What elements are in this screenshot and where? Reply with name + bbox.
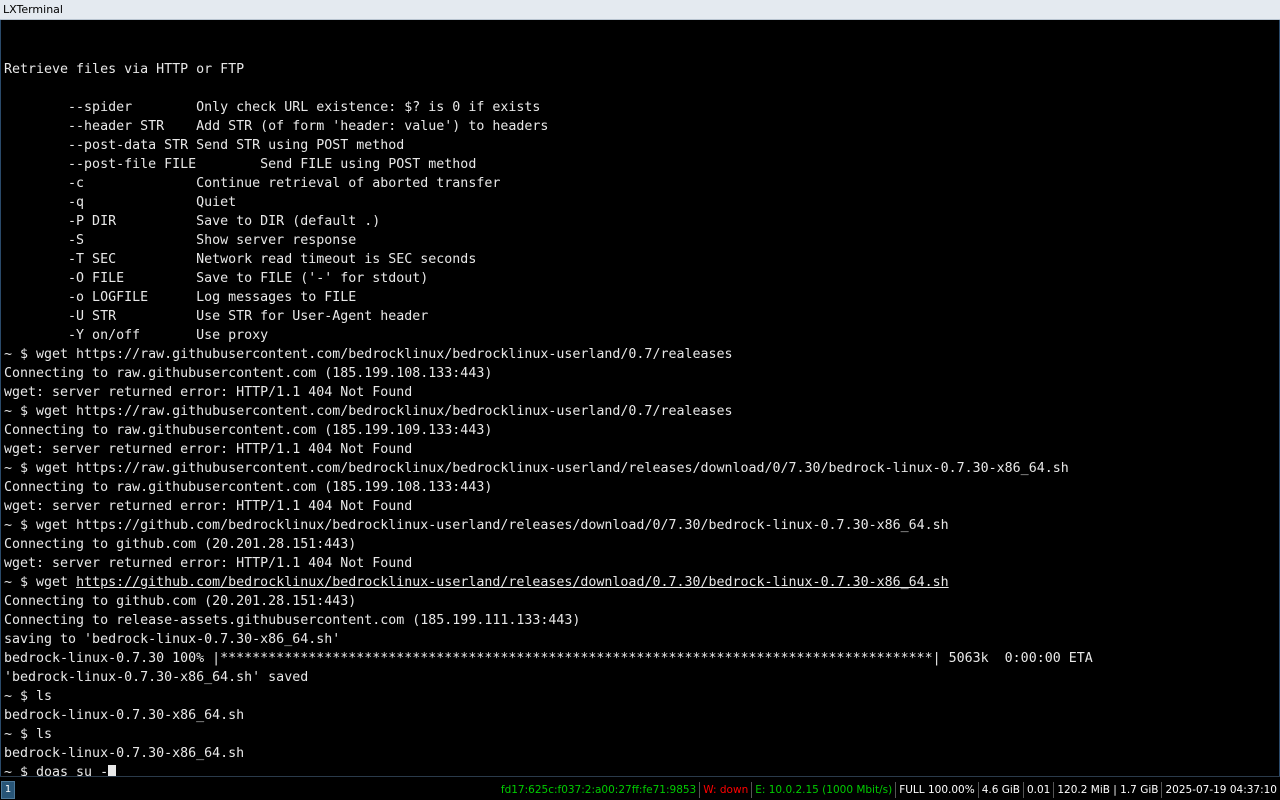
terminal-line: -T SEC Network read timeout is SEC secon… — [4, 252, 477, 267]
terminal-line: Connecting to github.com (20.201.28.151:… — [4, 537, 357, 552]
terminal-line: ~ $ wget https://raw.githubusercontent.c… — [4, 461, 1069, 476]
window-titlebar[interactable]: LXTerminal — [0, 0, 1280, 20]
terminal-output: Retrieve files via HTTP or FTP --spider … — [4, 41, 1093, 776]
terminal-line: ~ $ wget https://github.com/bedrocklinux… — [4, 518, 949, 533]
terminal-line: -o LOGFILE Log messages to FILE — [4, 290, 357, 305]
status-battery: FULL 100.00% — [895, 782, 977, 798]
terminal-line: -q Quiet — [4, 195, 237, 210]
terminal-line: ~ $ wget https://raw.githubusercontent.c… — [4, 347, 733, 362]
terminal-line: ~ $ ls — [4, 727, 53, 742]
terminal-line: saving to 'bedrock-linux-0.7.30-x86_64.s… — [4, 632, 341, 647]
status-blocks: fd17:625c:f037:2:a00:27ff:fe71:9853 W: do… — [498, 782, 1280, 798]
terminal-line: bedrock-linux-0.7.30 100% |*************… — [4, 651, 1093, 666]
terminal-line: bedrock-linux-0.7.30-x86_64.sh — [4, 708, 245, 723]
command-input[interactable]: ~ $ doas su - — [4, 765, 108, 776]
terminal-line: wget: server returned error: HTTP/1.1 40… — [4, 556, 413, 571]
terminal-line: -U STR Use STR for User-Agent header — [4, 309, 429, 324]
terminal-line: Connecting to release-assets.githubuserc… — [4, 613, 581, 628]
status-wireless: W: down — [699, 782, 751, 798]
terminal-line: Connecting to raw.githubusercontent.com … — [4, 366, 493, 381]
status-ethernet: E: 10.0.2.15 (1000 Mbit/s) — [751, 782, 895, 798]
terminal-line: 'bedrock-linux-0.7.30-x86_64.sh' saved — [4, 670, 309, 685]
terminal-line: Retrieve files via HTTP or FTP — [4, 62, 245, 77]
status-disk: 4.6 GiB — [977, 782, 1023, 798]
window-title: LXTerminal — [3, 3, 63, 16]
terminal-line: ~ $ wget https://github.com/bedrocklinux… — [4, 573, 1093, 592]
command-input-line[interactable]: ~ $ doas su - — [4, 763, 1093, 776]
terminal-line: -Y on/off Use proxy — [4, 328, 269, 343]
prompt-text: ~ $ wget — [4, 575, 77, 590]
terminal-line: --spider Only check URL existence: $? is… — [4, 100, 541, 115]
status-ipv6: fd17:625c:f037:2:a00:27ff:fe71:9853 — [500, 784, 697, 796]
terminal-line: bedrock-linux-0.7.30-x86_64.sh — [4, 746, 245, 761]
terminal-line: -c Continue retrieval of aborted transfe… — [4, 176, 501, 191]
terminal-line: -S Show server response — [4, 233, 357, 248]
text-cursor — [108, 764, 117, 776]
terminal-line: -O FILE Save to FILE ('-' for stdout) — [4, 271, 429, 286]
terminal-line: Connecting to raw.githubusercontent.com … — [4, 480, 493, 495]
status-load: 0.01 — [1022, 782, 1053, 798]
terminal-line: --header STR Add STR (of form 'header: v… — [4, 119, 549, 134]
terminal-line: ~ $ wget https://raw.githubusercontent.c… — [4, 404, 733, 419]
url-link[interactable]: https://github.com/bedrocklinux/bedrockl… — [76, 575, 949, 590]
terminal-area[interactable]: Retrieve files via HTTP or FTP --spider … — [0, 20, 1280, 776]
workspace-button-1[interactable]: 1 — [1, 781, 15, 799]
status-datetime: 2025-07-19 04:37:10 — [1161, 782, 1280, 798]
status-bar: 1 fd17:625c:f037:2:a00:27ff:fe71:9853 W: … — [0, 776, 1280, 800]
terminal-line: ~ $ ls — [4, 689, 53, 704]
terminal-line: -P DIR Save to DIR (default .) — [4, 214, 381, 229]
terminal-line: wget: server returned error: HTTP/1.1 40… — [4, 442, 413, 457]
terminal-line: wget: server returned error: HTTP/1.1 40… — [4, 499, 413, 514]
terminal-line: Connecting to raw.githubusercontent.com … — [4, 423, 493, 438]
terminal-line: wget: server returned error: HTTP/1.1 40… — [4, 385, 413, 400]
terminal-line: Connecting to github.com (20.201.28.151:… — [4, 594, 357, 609]
terminal-line: --post-file FILE Send FILE using POST me… — [4, 157, 477, 172]
terminal-line: --post-data STR Send STR using POST meth… — [4, 138, 405, 153]
status-memory: 120.2 MiB | 1.7 GiB — [1053, 782, 1161, 798]
